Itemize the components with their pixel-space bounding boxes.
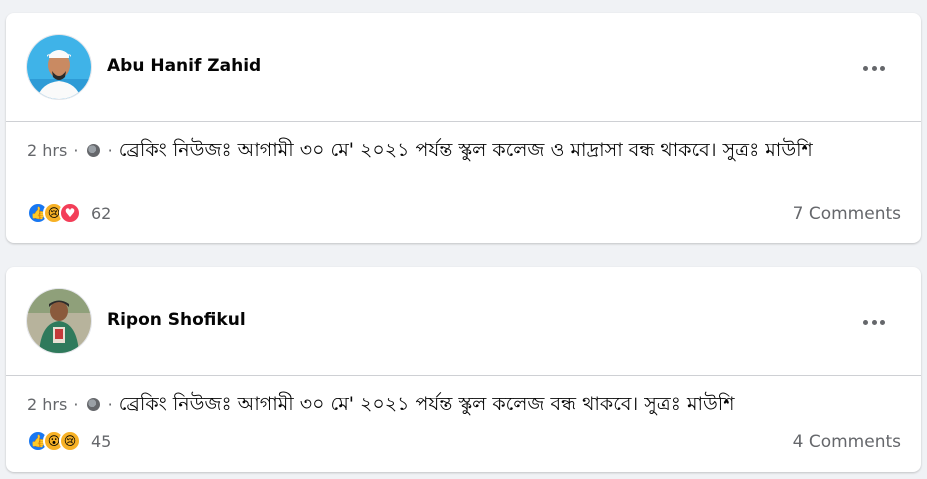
love-icon: ♥ [59,202,81,224]
reactions-summary[interactable]: 👍 😮 😢 45 [27,428,111,454]
sad-icon: 😢 [59,430,81,452]
author-name[interactable]: Ripon Shofikul [107,310,246,330]
timestamp[interactable]: 2 hrs [27,395,67,414]
more-options-icon[interactable] [863,65,885,71]
reactions-summary[interactable]: 👍 😢 ♥ 62 [27,200,111,226]
globe-icon [86,398,100,411]
comments-link[interactable]: 7 Comments [793,204,901,224]
post-message: ব্রেকিং নিউজঃ আগামী ৩০ মে' ২০২১ পর্যন্ত … [118,393,735,415]
separator: · [107,395,113,414]
more-options-icon[interactable] [863,319,885,325]
avatar[interactable] [26,288,92,354]
separator: · [107,141,113,160]
globe-icon [86,144,100,157]
reaction-count[interactable]: 45 [91,432,111,451]
post-message: ব্রেকিং নিউজঃ আগামী ৩০ মে' ২০২১ পর্যন্ত … [118,139,813,161]
reaction-count[interactable]: 62 [91,204,111,223]
post-card: Ripon Shofikul 2 hrs · · ব্রেকিং নিউজঃ আ… [6,267,921,472]
avatar[interactable] [26,34,92,100]
post-text: 2 hrs · · ব্রেকিং নিউজঃ আগামী ৩০ মে' ২০২… [27,391,841,418]
timestamp[interactable]: 2 hrs [27,141,67,160]
separator: · [73,395,79,414]
post-text: 2 hrs · · ব্রেকিং নিউজঃ আগামী ৩০ মে' ২০২… [27,137,841,164]
author-name[interactable]: Abu Hanif Zahid [107,56,261,76]
separator: · [73,141,79,160]
post-header: Ripon Shofikul [6,267,921,376]
post-card: Abu Hanif Zahid 2 hrs · · ব্রেকিং নিউজঃ … [6,13,921,243]
comments-link[interactable]: 4 Comments [793,432,901,452]
post-header: Abu Hanif Zahid [6,13,921,122]
